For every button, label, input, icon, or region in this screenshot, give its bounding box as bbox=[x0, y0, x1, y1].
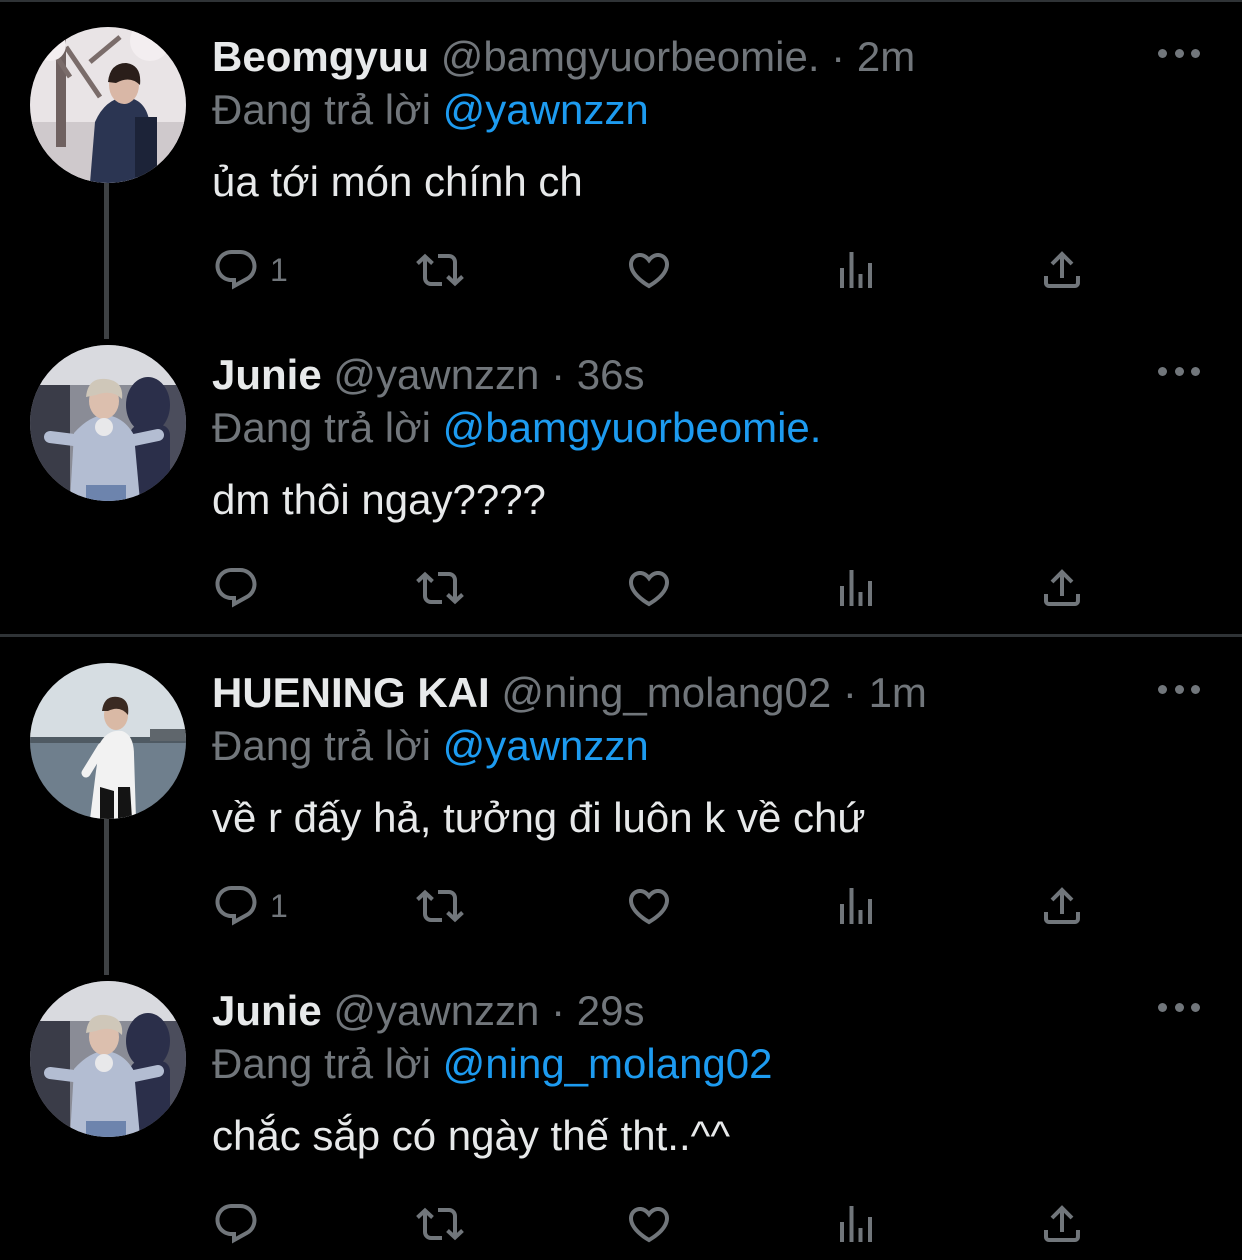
replying-to-line: Đang trả lời @ning_molang02 bbox=[212, 1039, 773, 1089]
like-button[interactable] bbox=[625, 562, 673, 614]
views-button[interactable] bbox=[832, 244, 880, 296]
heart-icon bbox=[628, 889, 670, 925]
more-icon[interactable] bbox=[1158, 45, 1200, 61]
reply-count: 1 bbox=[270, 887, 288, 924]
handle[interactable]: @yawnzzn bbox=[333, 351, 539, 398]
mention-link[interactable]: @yawnzzn bbox=[443, 86, 649, 133]
timestamp[interactable]: 1m bbox=[869, 669, 927, 716]
display-name[interactable]: Junie bbox=[212, 351, 322, 398]
replying-to-line: Đang trả lời @bamgyuorbeomie. bbox=[212, 403, 821, 453]
tweet-text: về r đấy hả, tưởng đi luôn k về chứ bbox=[212, 794, 866, 841]
retweet-button[interactable] bbox=[416, 1198, 464, 1250]
reply-button[interactable] bbox=[212, 1198, 270, 1250]
views-icon bbox=[840, 570, 872, 606]
replying-to-label: Đang trả lời bbox=[212, 86, 443, 133]
replying-to-line: Đang trả lời @yawnzzn bbox=[212, 721, 649, 771]
thread-connector bbox=[104, 183, 109, 339]
separator: · bbox=[831, 669, 869, 716]
tweet[interactable]: HUENING KAI @ning_molang02 · 1m Đang trả… bbox=[0, 636, 1242, 975]
more-icon[interactable] bbox=[1158, 363, 1200, 379]
like-button[interactable] bbox=[625, 880, 673, 932]
replying-to-label: Đang trả lời bbox=[212, 404, 443, 451]
views-icon bbox=[840, 888, 872, 924]
reply-icon bbox=[215, 886, 257, 926]
separator: · bbox=[819, 33, 857, 80]
retweet-button[interactable] bbox=[416, 244, 464, 296]
tweet[interactable]: Junie @yawnzzn · 29s Đang trả lời @ning_… bbox=[0, 954, 1242, 1260]
reply-icon bbox=[215, 250, 257, 290]
views-button[interactable] bbox=[832, 880, 880, 932]
share-icon bbox=[1044, 251, 1080, 288]
separator: · bbox=[539, 987, 577, 1034]
mention-link[interactable]: @yawnzzn bbox=[443, 722, 649, 769]
avatar[interactable] bbox=[30, 663, 186, 819]
display-name[interactable]: Junie bbox=[212, 987, 322, 1034]
share-icon bbox=[1044, 1205, 1080, 1242]
more-icon[interactable] bbox=[1158, 681, 1200, 697]
retweet-button[interactable] bbox=[416, 880, 464, 932]
like-button[interactable] bbox=[625, 1198, 673, 1250]
handle[interactable]: @yawnzzn bbox=[333, 987, 539, 1034]
share-icon bbox=[1044, 887, 1080, 924]
reply-icon bbox=[215, 1204, 257, 1244]
views-button[interactable] bbox=[832, 562, 880, 614]
share-button[interactable] bbox=[1038, 880, 1086, 932]
views-button[interactable] bbox=[832, 1198, 880, 1250]
share-button[interactable] bbox=[1038, 562, 1086, 614]
reply-feed: Beomgyuu @bamgyuorbeomie. · 2m Đang trả … bbox=[0, 0, 1242, 1260]
views-icon bbox=[840, 1206, 872, 1242]
mention-link[interactable]: @bamgyuorbeomie. bbox=[443, 404, 822, 451]
reply-icon bbox=[215, 568, 257, 608]
reply-button[interactable] bbox=[212, 562, 270, 614]
retweet-button[interactable] bbox=[416, 562, 464, 614]
retweet-icon bbox=[416, 1207, 464, 1241]
heart-icon bbox=[628, 253, 670, 289]
more-icon[interactable] bbox=[1158, 999, 1200, 1015]
action-bar: 1 bbox=[212, 244, 1092, 296]
handle[interactable]: @bamgyuorbeomie. bbox=[441, 33, 820, 80]
action-bar bbox=[212, 1198, 1092, 1250]
avatar[interactable] bbox=[30, 981, 186, 1137]
views-icon bbox=[840, 252, 872, 288]
timestamp[interactable]: 36s bbox=[577, 351, 645, 398]
reply-button[interactable]: 1 bbox=[212, 880, 288, 932]
tweet-text: chắc sắp có ngày thế tht..^^ bbox=[212, 1112, 731, 1159]
display-name[interactable]: Beomgyuu bbox=[212, 33, 429, 80]
tweet[interactable]: Junie @yawnzzn · 36s Đang trả lời @bamgy… bbox=[0, 318, 1242, 636]
share-icon bbox=[1044, 569, 1080, 606]
heart-icon bbox=[628, 571, 670, 607]
avatar[interactable] bbox=[30, 27, 186, 183]
tweet-text: ủa tới món chính ch bbox=[212, 158, 583, 205]
share-button[interactable] bbox=[1038, 244, 1086, 296]
timestamp[interactable]: 29s bbox=[577, 987, 645, 1034]
replying-to-line: Đang trả lời @yawnzzn bbox=[212, 85, 649, 135]
timestamp[interactable]: 2m bbox=[857, 33, 915, 80]
retweet-icon bbox=[416, 889, 464, 923]
avatar[interactable] bbox=[30, 345, 186, 501]
separator: · bbox=[539, 351, 577, 398]
action-bar: 1 bbox=[212, 880, 1092, 932]
replying-to-label: Đang trả lời bbox=[212, 722, 443, 769]
thread-connector bbox=[104, 819, 109, 975]
tweet-header: HUENING KAI @ning_molang02 · 1m bbox=[212, 668, 927, 718]
tweet-header: Junie @yawnzzn · 29s bbox=[212, 986, 644, 1036]
reply-count: 1 bbox=[270, 251, 288, 288]
tweet-header: Junie @yawnzzn · 36s bbox=[212, 350, 644, 400]
tweet-text: dm thôi ngay???? bbox=[212, 476, 546, 523]
tweet-header: Beomgyuu @bamgyuorbeomie. · 2m bbox=[212, 32, 915, 82]
like-button[interactable] bbox=[625, 244, 673, 296]
share-button[interactable] bbox=[1038, 1198, 1086, 1250]
tweet[interactable]: Beomgyuu @bamgyuorbeomie. · 2m Đang trả … bbox=[0, 0, 1242, 339]
heart-icon bbox=[628, 1207, 670, 1243]
reply-button[interactable]: 1 bbox=[212, 244, 288, 296]
replying-to-label: Đang trả lời bbox=[212, 1040, 443, 1087]
handle[interactable]: @ning_molang02 bbox=[501, 669, 831, 716]
retweet-icon bbox=[416, 571, 464, 605]
display-name[interactable]: HUENING KAI bbox=[212, 669, 490, 716]
mention-link[interactable]: @ning_molang02 bbox=[443, 1040, 773, 1087]
action-bar bbox=[212, 562, 1092, 614]
retweet-icon bbox=[416, 253, 464, 287]
